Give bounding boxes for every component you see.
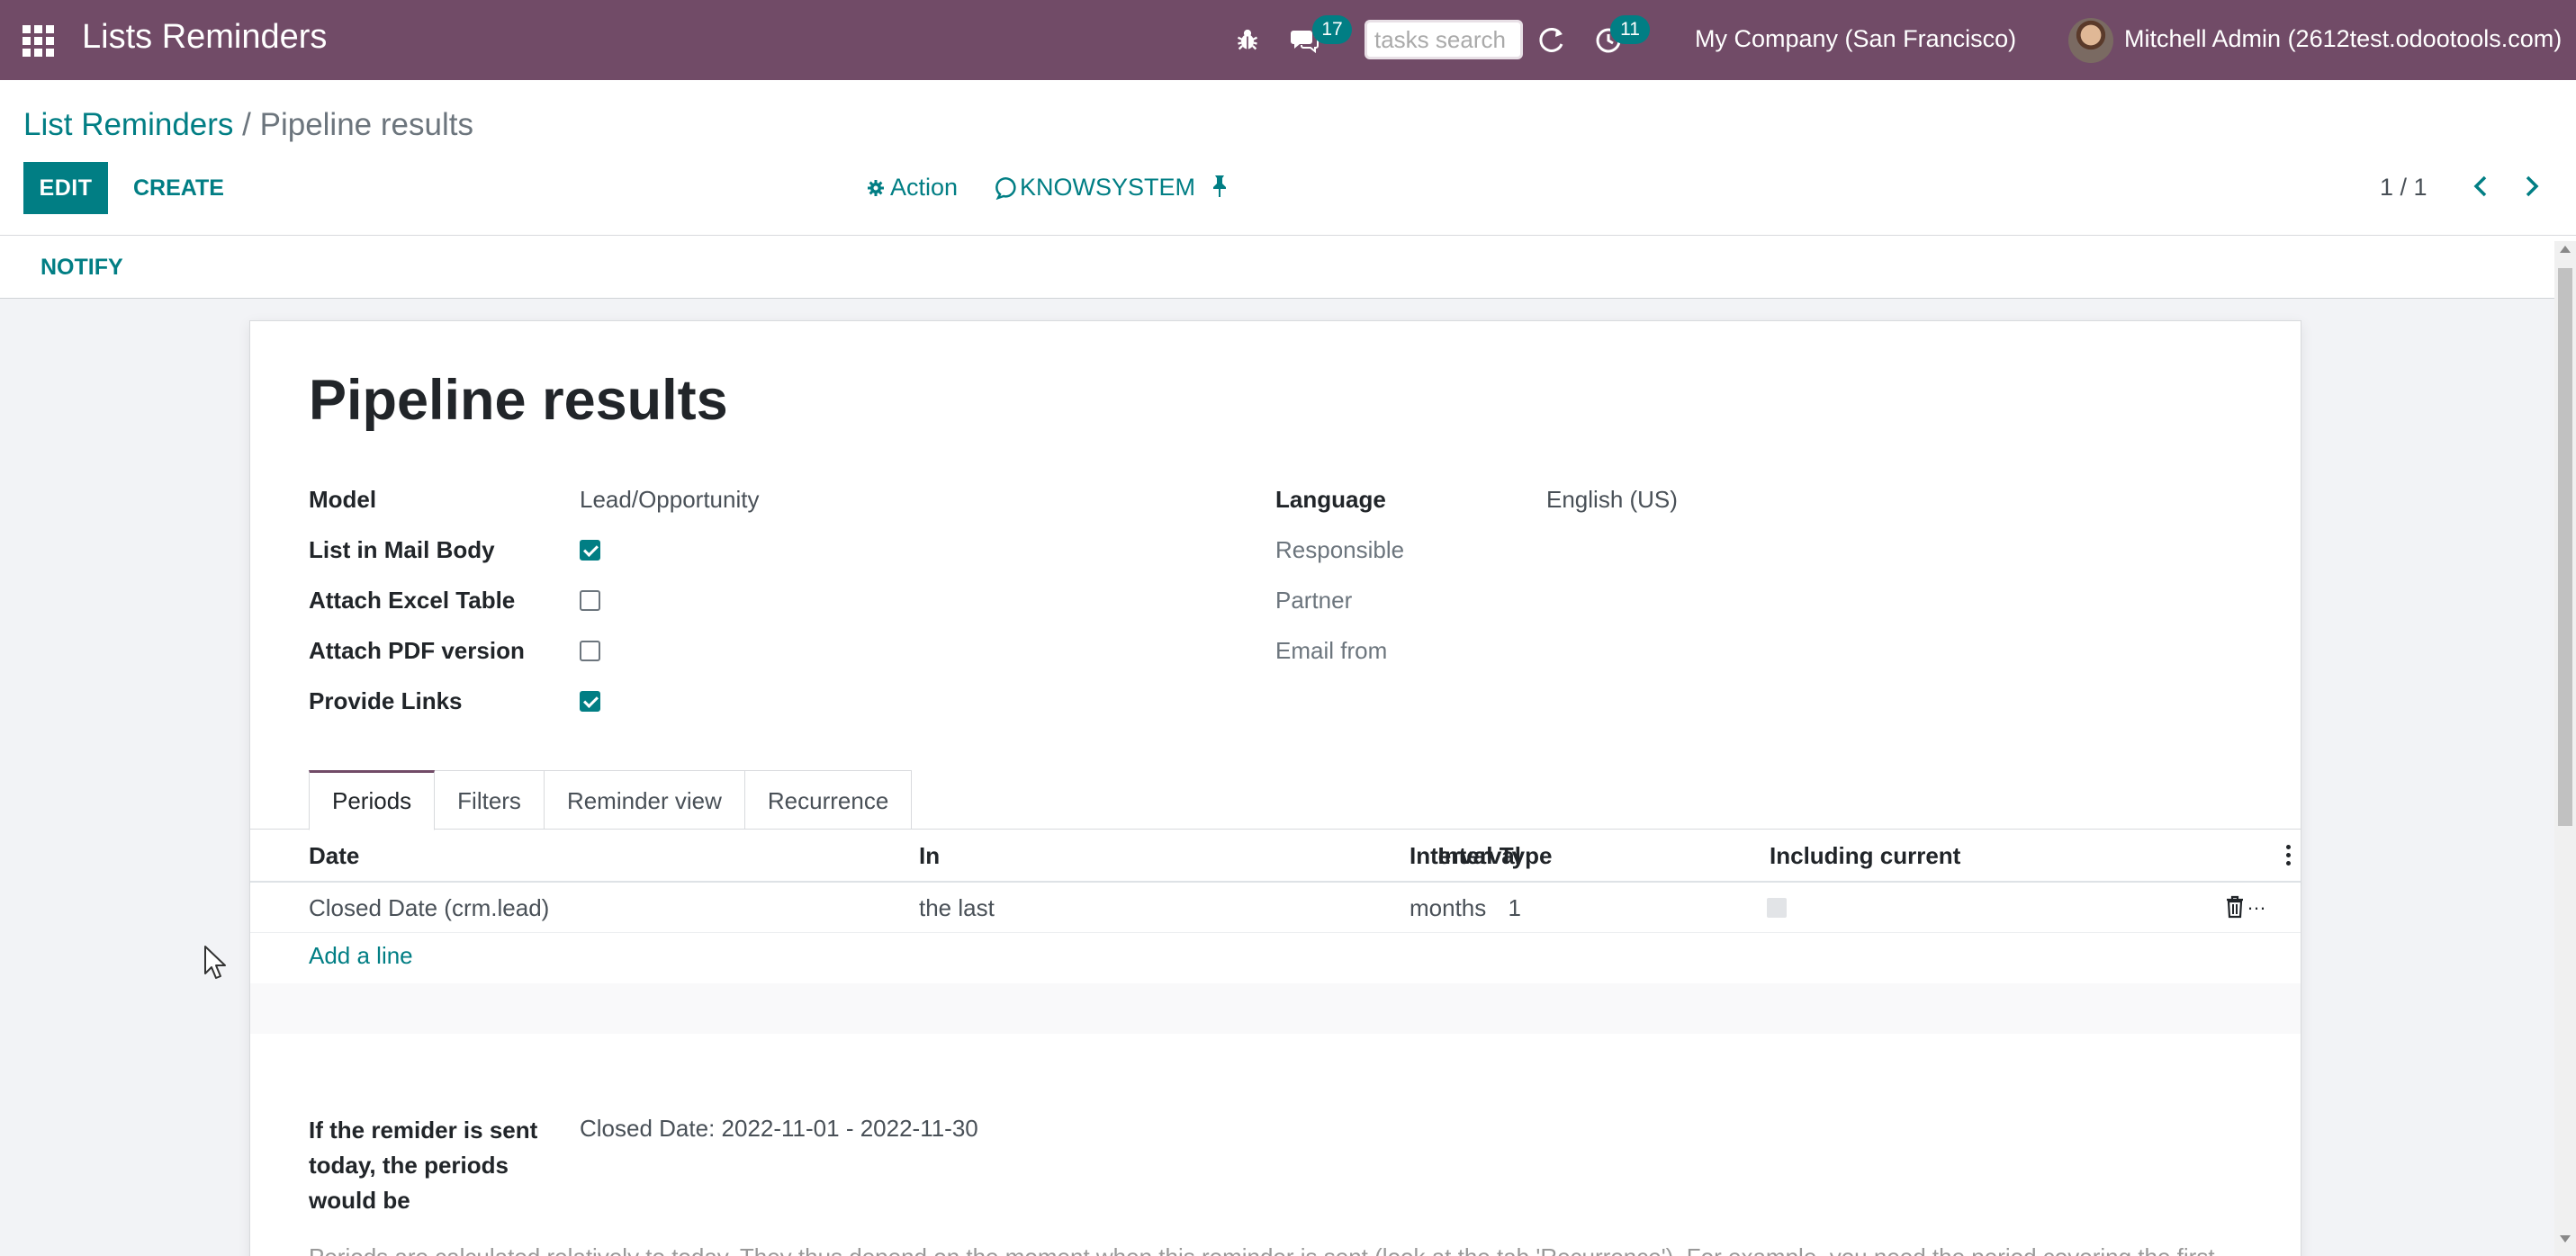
empty-table-row	[250, 983, 2301, 1034]
company-switcher[interactable]: My Company (San Francisco)	[1695, 25, 2016, 53]
periods-help-text: Periods are calculated relatively to tod…	[309, 1243, 2244, 1256]
form-sheet: Pipeline results Model Lead/Opportunity …	[249, 320, 2301, 1256]
action-menu[interactable]: Action	[867, 174, 958, 202]
messages-badge: 17	[1312, 15, 1352, 44]
edit-button[interactable]: EDIT	[23, 162, 108, 214]
top-navbar: Lists Reminders 17 11 My Company (San Fr…	[0, 0, 2576, 80]
cell-including-current-checkbox[interactable]	[1767, 898, 1787, 918]
partner-label: Partner	[1275, 587, 1353, 614]
tasks-search-input[interactable]	[1365, 20, 1523, 59]
breadcrumb-parent[interactable]: List Reminders	[23, 107, 233, 142]
refresh-icon[interactable]	[1536, 25, 1567, 56]
model-value: Lead/Opportunity	[580, 486, 760, 513]
cell-interval-type[interactable]: months	[1410, 894, 1486, 922]
scroll-thumb[interactable]	[2558, 268, 2572, 826]
activities-badge: 11	[1610, 15, 1650, 44]
create-button[interactable]: CREATE	[124, 162, 233, 214]
attach-excel-checkbox[interactable]	[580, 590, 600, 611]
gear-icon	[868, 179, 884, 196]
control-panel: List Reminders / Pipeline results EDIT C…	[0, 80, 2576, 236]
action-label: Action	[890, 174, 959, 201]
apps-menu-icon[interactable]	[23, 25, 55, 57]
attach-pdf-checkbox[interactable]	[580, 641, 600, 661]
notebook-tabs: Periods Filters Reminder view Recurrence	[309, 770, 913, 830]
breadcrumb-current: Pipeline results	[259, 107, 473, 142]
knowsystem-icon	[995, 176, 1016, 200]
cell-in[interactable]: the last	[919, 894, 995, 922]
breadcrumb: List Reminders / Pipeline results	[23, 107, 473, 143]
breadcrumb-separator: /	[233, 107, 260, 142]
email-from-label: Email from	[1275, 637, 1388, 664]
scroll-up-arrow[interactable]	[2560, 246, 2571, 253]
knowsystem-button[interactable]: KNOWSYSTEM	[995, 174, 1195, 202]
scroll-down-arrow[interactable]	[2560, 1235, 2571, 1243]
record-title: Pipeline results	[309, 369, 728, 432]
periods-preview-label: If the remider is sent today, the period…	[309, 1117, 538, 1214]
table-row[interactable]: Closed Date (crm.lead) the last 1 months…	[250, 883, 2301, 933]
chevron-left-icon[interactable]	[2466, 170, 2497, 202]
app-title[interactable]: Lists Reminders	[82, 18, 327, 57]
form-statusbar: NOTIFY	[0, 236, 2576, 299]
chevron-right-icon[interactable]	[2516, 170, 2546, 202]
user-menu[interactable]: Mitchell Admin (2612test.odootools.com)	[2124, 25, 2562, 53]
kebab-icon[interactable]	[2286, 845, 2292, 866]
language-label: Language	[1275, 486, 1386, 513]
vertical-scrollbar[interactable]	[2554, 241, 2576, 1256]
column-header-date[interactable]: Date	[309, 842, 359, 870]
column-header-interval-type[interactable]: Interval Type	[1410, 842, 1552, 870]
bug-icon[interactable]	[1235, 27, 1260, 52]
periods-preview-value: Closed Date: 2022-11-01 - 2022-11-30	[580, 1115, 978, 1142]
pager-value[interactable]: 1 / 1	[2380, 174, 2427, 202]
trash-icon[interactable]	[2224, 895, 2246, 919]
row-ellipsis: …	[2247, 892, 2266, 914]
cell-date[interactable]: Closed Date (crm.lead)	[309, 894, 549, 922]
tab-periods[interactable]: Periods	[309, 770, 436, 830]
model-label: Model	[309, 486, 377, 513]
notify-button[interactable]: NOTIFY	[27, 248, 137, 286]
knowsystem-label: KNOWSYSTEM	[1020, 174, 1196, 201]
attach-pdf-label: Attach PDF version	[309, 637, 525, 664]
list-in-mail-body-checkbox[interactable]	[580, 540, 600, 561]
pin-icon[interactable]	[1209, 174, 1230, 199]
add-a-line-link[interactable]: Add a line	[309, 942, 413, 970]
cursor-icon	[204, 946, 226, 979]
provide-links-label: Provide Links	[309, 687, 463, 714]
responsible-label: Responsible	[1275, 536, 1405, 563]
list-in-mail-body-label: List in Mail Body	[309, 536, 495, 563]
language-value: English (US)	[1546, 486, 1678, 513]
tab-filters[interactable]: Filters	[434, 770, 545, 830]
tab-divider	[250, 829, 2301, 830]
column-header-including-current[interactable]: Including current	[1770, 842, 1960, 870]
tab-recurrence[interactable]: Recurrence	[743, 770, 913, 830]
attach-excel-label: Attach Excel Table	[309, 587, 516, 614]
avatar[interactable]	[2068, 18, 2113, 63]
provide-links-checkbox[interactable]	[580, 691, 600, 712]
tab-reminder-view[interactable]: Reminder view	[543, 770, 745, 830]
column-header-in[interactable]: In	[919, 842, 940, 870]
